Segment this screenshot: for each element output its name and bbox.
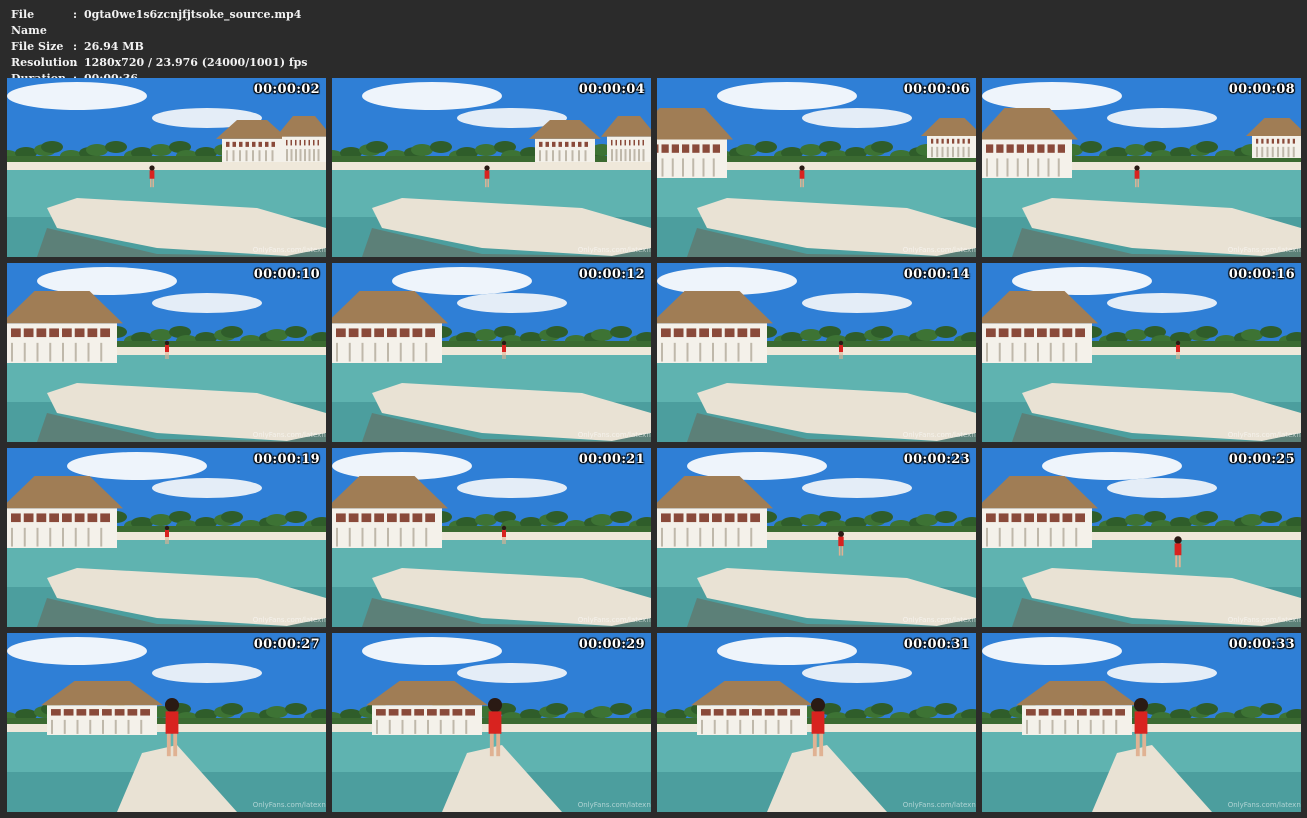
contact-sheet: File Name : 0gta0we1s6zcnjfjtsoke_source… (0, 0, 1307, 818)
watermark-text: OnlyFans.com/latexnai (1227, 246, 1301, 254)
frame-image (332, 633, 651, 812)
watermark-text: OnlyFans.com/latexnai (252, 431, 326, 439)
timestamp-label: 00:00:16 (1228, 267, 1295, 282)
file-info-panel: File Name : 0gta0we1s6zcnjfjtsoke_source… (11, 7, 308, 87)
watermark-text: OnlyFans.com/latexnai (1227, 616, 1301, 624)
video-thumbnail: 00:00:29 OnlyFans.com/latexnai (332, 633, 651, 812)
file-size-row: File Size : 26.94 MB (11, 39, 308, 55)
frame-image (657, 78, 976, 257)
frame-image (332, 448, 651, 627)
resolution-label: Resolution (11, 56, 78, 69)
resolution-row: Resolution : 1280x720 / 23.976 (24000/10… (11, 55, 308, 71)
timestamp-label: 00:00:25 (1228, 452, 1295, 467)
watermark-text: OnlyFans.com/latexnai (902, 431, 976, 439)
timestamp-label: 00:00:29 (578, 637, 645, 652)
timestamp-label: 00:00:31 (903, 637, 970, 652)
frame-image (657, 448, 976, 627)
file-name-row: File Name : 0gta0we1s6zcnjfjtsoke_source… (11, 7, 308, 39)
video-thumbnail: 00:00:21 OnlyFans.com/latexnai (332, 448, 651, 627)
timestamp-label: 00:00:21 (578, 452, 645, 467)
thumbnail-grid: 00:00:02 OnlyFans.com/latexnai 00:00:04 Onl… (7, 78, 1301, 812)
video-thumbnail: 00:00:12 OnlyFans.com/latexnai (332, 263, 651, 442)
frame-image (982, 263, 1301, 442)
watermark-text: OnlyFans.com/latexnai (252, 801, 326, 809)
watermark-text: OnlyFans.com/latexnai (577, 246, 651, 254)
frame-image (982, 633, 1301, 812)
timestamp-label: 00:00:10 (253, 267, 320, 282)
watermark-text: OnlyFans.com/latexnai (577, 801, 651, 809)
video-thumbnail: 00:00:31 OnlyFans.com/latexnai (657, 633, 976, 812)
watermark-text: OnlyFans.com/latexnai (252, 246, 326, 254)
frame-image (7, 263, 326, 442)
frame-image (982, 78, 1301, 257)
watermark-text: OnlyFans.com/latexnai (902, 616, 976, 624)
watermark-text: OnlyFans.com/latexnai (252, 616, 326, 624)
frame-image (7, 633, 326, 812)
timestamp-label: 00:00:23 (903, 452, 970, 467)
video-thumbnail: 00:00:10 OnlyFans.com/latexnai (7, 263, 326, 442)
frame-image (657, 263, 976, 442)
timestamp-label: 00:00:08 (1228, 82, 1295, 97)
frame-image (332, 263, 651, 442)
video-thumbnail: 00:00:19 OnlyFans.com/latexnai (7, 448, 326, 627)
video-thumbnail: 00:00:02 OnlyFans.com/latexnai (7, 78, 326, 257)
timestamp-label: 00:00:06 (903, 82, 970, 97)
file-name-value: 0gta0we1s6zcnjfjtsoke_source.mp4 (84, 8, 302, 21)
video-thumbnail: 00:00:25 OnlyFans.com/latexnai (982, 448, 1301, 627)
video-thumbnail: 00:00:23 OnlyFans.com/latexnai (657, 448, 976, 627)
watermark-text: OnlyFans.com/latexnai (902, 801, 976, 809)
file-name-label: File Name (11, 8, 47, 37)
video-thumbnail: 00:00:08 OnlyFans.com/latexnai (982, 78, 1301, 257)
watermark-text: OnlyFans.com/latexnai (1227, 801, 1301, 809)
timestamp-label: 00:00:04 (578, 82, 645, 97)
timestamp-label: 00:00:27 (253, 637, 320, 652)
timestamp-label: 00:00:12 (578, 267, 645, 282)
separator: : (73, 56, 78, 69)
watermark-text: OnlyFans.com/latexnai (1227, 431, 1301, 439)
timestamp-label: 00:00:14 (903, 267, 970, 282)
frame-image (657, 633, 976, 812)
timestamp-label: 00:00:02 (253, 82, 320, 97)
resolution-value: 1280x720 / 23.976 (24000/1001) fps (84, 56, 308, 69)
timestamp-label: 00:00:19 (253, 452, 320, 467)
watermark-text: OnlyFans.com/latexnai (902, 246, 976, 254)
video-thumbnail: 00:00:33 OnlyFans.com/latexnai (982, 633, 1301, 812)
separator: : (73, 40, 78, 53)
frame-image (7, 78, 326, 257)
separator: : (73, 8, 78, 21)
watermark-text: OnlyFans.com/latexnai (577, 616, 651, 624)
video-thumbnail: 00:00:06 OnlyFans.com/latexnai (657, 78, 976, 257)
file-size-value: 26.94 MB (84, 40, 144, 53)
video-thumbnail: 00:00:16 OnlyFans.com/latexnai (982, 263, 1301, 442)
frame-image (332, 78, 651, 257)
video-thumbnail: 00:00:04 OnlyFans.com/latexnai (332, 78, 651, 257)
timestamp-label: 00:00:33 (1228, 637, 1295, 652)
frame-image (7, 448, 326, 627)
file-size-label: File Size (11, 40, 64, 53)
frame-image (982, 448, 1301, 627)
watermark-text: OnlyFans.com/latexnai (577, 431, 651, 439)
video-thumbnail: 00:00:14 OnlyFans.com/latexnai (657, 263, 976, 442)
video-thumbnail: 00:00:27 OnlyFans.com/latexnai (7, 633, 326, 812)
